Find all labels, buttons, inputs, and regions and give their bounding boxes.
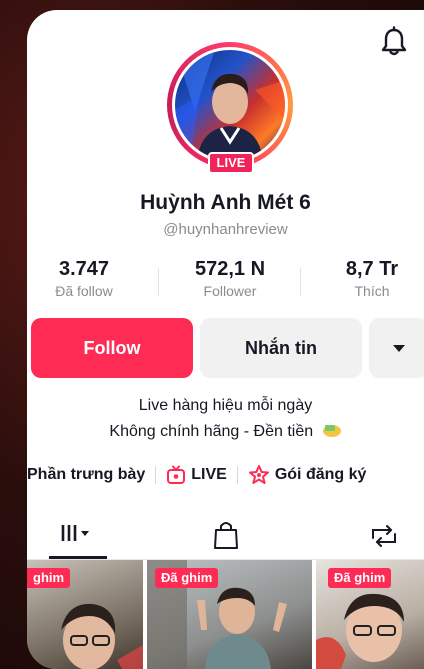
profile-handle: @huynhanhreview — [163, 221, 288, 238]
live-link[interactable]: LIVE — [191, 466, 227, 484]
link-separator — [236, 466, 238, 484]
live-badge[interactable]: LIVE — [208, 152, 254, 174]
profile-links-row: Phần trưng bày LIVE Gói đăng ký — [27, 462, 366, 488]
bio-line-2: Không chính hãng - Đền tiền — [109, 423, 314, 440]
more-options-button[interactable] — [369, 318, 424, 378]
stat-divider — [300, 268, 301, 296]
avatar-ring[interactable] — [167, 42, 293, 168]
live-tv-icon — [167, 465, 186, 484]
video-thumbnail[interactable]: Đã ghim — [147, 560, 312, 669]
message-button[interactable]: Nhắn tin — [200, 318, 362, 378]
link-separator — [155, 466, 157, 484]
tab-reposts[interactable] — [359, 512, 409, 560]
follow-button[interactable]: Follow — [31, 318, 193, 378]
shopping-bag-icon — [214, 522, 238, 549]
stat-followers-value: 572,1 N — [194, 258, 266, 280]
pinned-badge: Đã ghim — [155, 568, 219, 588]
active-tab-indicator — [49, 556, 107, 559]
caret-down-icon — [393, 345, 405, 352]
stat-following[interactable]: 3.747 Đã follow — [39, 258, 129, 299]
tab-shop[interactable] — [203, 512, 249, 560]
stat-following-label: Đã follow — [55, 283, 113, 299]
pinned-badge: ghim — [27, 568, 71, 588]
grid-icon — [61, 525, 89, 541]
stat-divider — [158, 268, 159, 296]
avatar-photo — [175, 50, 285, 160]
money-hand-icon — [322, 425, 341, 437]
stat-following-value: 3.747 — [58, 258, 110, 280]
stat-likes[interactable]: 8,7 Tr Thích — [329, 258, 415, 299]
tab-videos[interactable] — [49, 512, 107, 560]
bio-line-1: Live hàng hiệu mỗi ngày — [138, 397, 313, 414]
pinned-badge: Đã ghim — [328, 568, 392, 588]
avatar — [175, 50, 285, 160]
video-thumbnail[interactable]: ghim — [27, 560, 143, 669]
stat-likes-value: 8,7 Tr — [345, 258, 399, 280]
video-thumbnail[interactable]: Đã ghim — [316, 560, 424, 669]
profile-name: Huỳnh Anh Mét 6 — [140, 191, 311, 214]
repost-icon — [372, 525, 396, 547]
subscription-star-icon — [248, 465, 269, 484]
showcase-link[interactable]: Phần trưng bày — [27, 466, 145, 484]
content-tabs — [27, 512, 424, 560]
stat-followers[interactable]: 572,1 N Follower — [174, 258, 286, 299]
subscription-link[interactable]: Gói đăng ký — [275, 466, 367, 484]
bio-line-2-wrap: Không chính hãng - Đền tiền — [27, 422, 424, 441]
stat-followers-label: Follower — [203, 283, 257, 299]
profile-card: LIVE Huỳnh Anh Mét 6 @huynhanhreview 3.7… — [27, 10, 424, 669]
stat-likes-label: Thích — [354, 283, 390, 299]
notification-bell-icon[interactable] — [379, 26, 409, 58]
